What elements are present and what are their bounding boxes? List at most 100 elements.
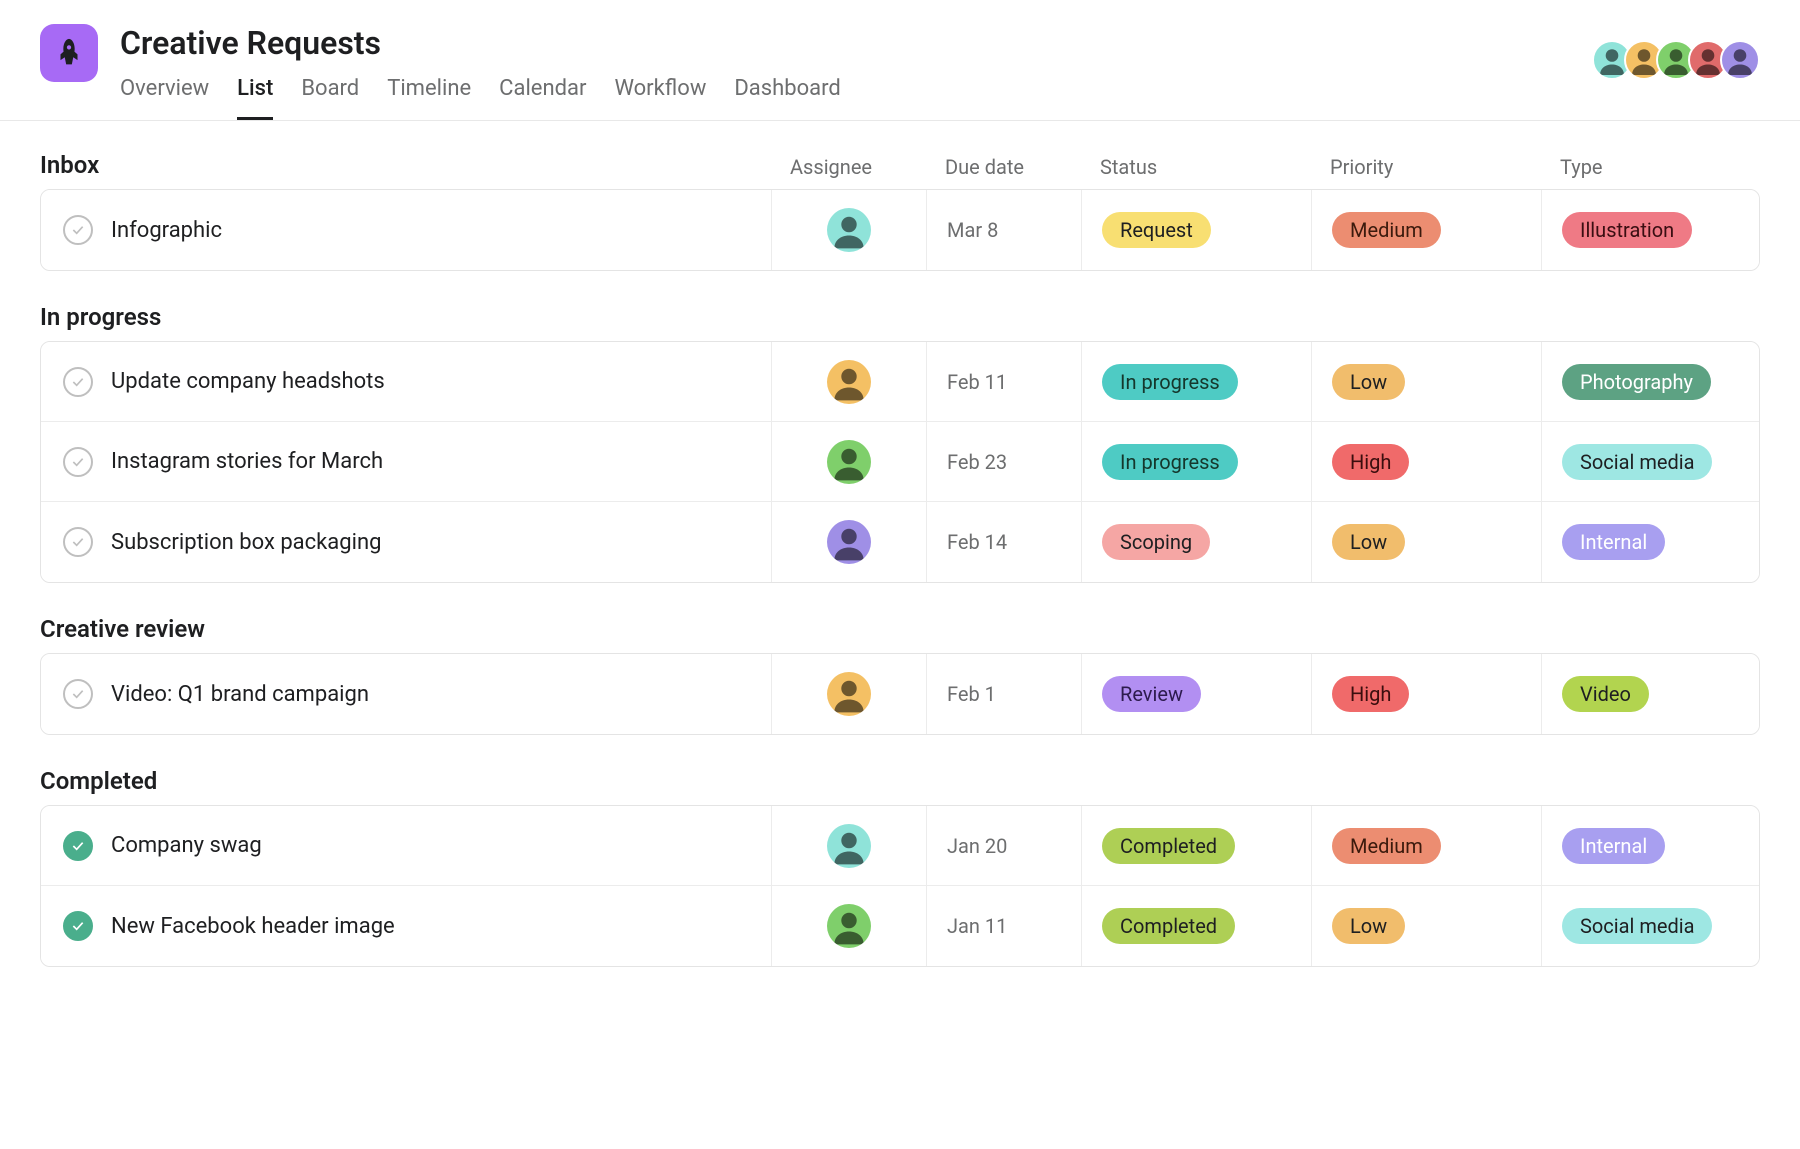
column-header-type[interactable]: Type [1540, 155, 1760, 179]
tab-calendar[interactable]: Calendar [499, 70, 586, 120]
due-date-cell[interactable]: Jan 20 [926, 806, 1081, 885]
assignee-cell[interactable] [771, 886, 926, 966]
type-cell[interactable]: Social media [1541, 886, 1759, 966]
priority-cell[interactable]: High [1311, 422, 1541, 501]
task-row[interactable]: Infographic Mar 8 Request Medium Illustratio… [41, 190, 1759, 270]
complete-checkbox[interactable] [63, 527, 93, 557]
task-row[interactable]: Company swag Jan 20 Completed Medium Interna… [41, 806, 1759, 886]
priority-cell[interactable]: Low [1311, 342, 1541, 421]
task-name[interactable]: Video: Q1 brand campaign [111, 682, 369, 707]
complete-checkbox[interactable] [63, 679, 93, 709]
assignee-avatar[interactable] [827, 520, 871, 564]
type-cell[interactable]: Internal [1541, 806, 1759, 885]
assignee-avatar[interactable] [827, 672, 871, 716]
assignee-avatar[interactable] [827, 360, 871, 404]
due-date-cell[interactable]: Feb 23 [926, 422, 1081, 501]
tab-dashboard[interactable]: Dashboard [734, 70, 840, 120]
task-row[interactable]: Video: Q1 brand campaign Feb 1 Review High V… [41, 654, 1759, 734]
task-name-cell[interactable]: New Facebook header image [41, 886, 771, 966]
type-cell[interactable]: Social media [1541, 422, 1759, 501]
assignee-avatar[interactable] [827, 440, 871, 484]
complete-checkbox[interactable] [63, 367, 93, 397]
assignee-cell[interactable] [771, 342, 926, 421]
column-header-due[interactable]: Due date [925, 155, 1080, 179]
type-cell[interactable]: Internal [1541, 502, 1759, 582]
complete-checkbox[interactable] [63, 447, 93, 477]
due-date-cell[interactable]: Feb 1 [926, 654, 1081, 734]
assignee-avatar[interactable] [827, 208, 871, 252]
task-name[interactable]: New Facebook header image [111, 914, 395, 939]
type-pill[interactable]: Photography [1562, 364, 1711, 400]
member-avatar[interactable] [1720, 40, 1760, 80]
task-name[interactable]: Company swag [111, 833, 262, 858]
type-cell[interactable]: Photography [1541, 342, 1759, 421]
status-pill[interactable]: In progress [1102, 444, 1238, 480]
priority-pill[interactable]: Medium [1332, 828, 1441, 864]
priority-pill[interactable]: Low [1332, 364, 1405, 400]
due-date-cell[interactable]: Feb 11 [926, 342, 1081, 421]
status-pill[interactable]: Request [1102, 212, 1211, 248]
priority-pill[interactable]: High [1332, 676, 1409, 712]
section-title[interactable]: Completed [40, 767, 770, 795]
column-header-priority[interactable]: Priority [1310, 155, 1540, 179]
type-pill[interactable]: Social media [1562, 444, 1712, 480]
due-date-cell[interactable]: Jan 11 [926, 886, 1081, 966]
status-pill[interactable]: Review [1102, 676, 1201, 712]
task-row[interactable]: Instagram stories for March Feb 23 In prog… [41, 422, 1759, 502]
task-row[interactable]: Update company headshots Feb 11 In progres… [41, 342, 1759, 422]
status-cell[interactable]: Review [1081, 654, 1311, 734]
priority-cell[interactable]: Low [1311, 502, 1541, 582]
status-pill[interactable]: In progress [1102, 364, 1238, 400]
tab-overview[interactable]: Overview [120, 70, 209, 120]
assignee-cell[interactable] [771, 422, 926, 501]
priority-pill[interactable]: High [1332, 444, 1409, 480]
section-title[interactable]: In progress [40, 303, 770, 331]
task-name[interactable]: Subscription box packaging [111, 530, 381, 555]
task-name-cell[interactable]: Company swag [41, 806, 771, 885]
assignee-cell[interactable] [771, 806, 926, 885]
type-pill[interactable]: Video [1562, 676, 1649, 712]
task-row[interactable]: New Facebook header image Jan 11Completed… [41, 886, 1759, 966]
assignee-avatar[interactable] [827, 904, 871, 948]
assignee-cell[interactable] [771, 190, 926, 270]
member-avatars[interactable] [1600, 40, 1760, 80]
task-name-cell[interactable]: Video: Q1 brand campaign [41, 654, 771, 734]
due-date-cell[interactable]: Mar 8 [926, 190, 1081, 270]
column-header-status[interactable]: Status [1080, 155, 1310, 179]
status-cell[interactable]: Request [1081, 190, 1311, 270]
status-pill[interactable]: Scoping [1102, 524, 1210, 560]
priority-pill[interactable]: Low [1332, 908, 1405, 944]
tab-timeline[interactable]: Timeline [387, 70, 471, 120]
task-name-cell[interactable]: Update company headshots [41, 342, 771, 421]
complete-checkbox[interactable] [63, 831, 93, 861]
status-cell[interactable]: In progress [1081, 422, 1311, 501]
status-cell[interactable]: Completed [1081, 886, 1311, 966]
status-pill[interactable]: Completed [1102, 828, 1235, 864]
assignee-avatar[interactable] [827, 824, 871, 868]
type-cell[interactable]: Video [1541, 654, 1759, 734]
type-pill[interactable]: Social media [1562, 908, 1712, 944]
task-name-cell[interactable]: Instagram stories for March [41, 422, 771, 501]
task-name-cell[interactable]: Subscription box packaging [41, 502, 771, 582]
task-row[interactable]: Subscription box packaging Feb 14 Scoping L… [41, 502, 1759, 582]
task-name-cell[interactable]: Infographic [41, 190, 771, 270]
column-header-assignee[interactable]: Assignee [770, 155, 925, 179]
tab-workflow[interactable]: Workflow [614, 70, 706, 120]
type-pill[interactable]: Illustration [1562, 212, 1692, 248]
priority-cell[interactable]: Medium [1311, 806, 1541, 885]
priority-pill[interactable]: Medium [1332, 212, 1441, 248]
type-pill[interactable]: Internal [1562, 524, 1665, 560]
type-cell[interactable]: Illustration [1541, 190, 1759, 270]
section-title[interactable]: Inbox [40, 151, 770, 179]
due-date-cell[interactable]: Feb 14 [926, 502, 1081, 582]
priority-pill[interactable]: Low [1332, 524, 1405, 560]
assignee-cell[interactable] [771, 654, 926, 734]
complete-checkbox[interactable] [63, 911, 93, 941]
priority-cell[interactable]: High [1311, 654, 1541, 734]
task-name[interactable]: Instagram stories for March [111, 449, 383, 474]
tab-list[interactable]: List [237, 70, 273, 120]
status-cell[interactable]: Completed [1081, 806, 1311, 885]
task-name[interactable]: Infographic [111, 218, 222, 243]
status-cell[interactable]: Scoping [1081, 502, 1311, 582]
type-pill[interactable]: Internal [1562, 828, 1665, 864]
